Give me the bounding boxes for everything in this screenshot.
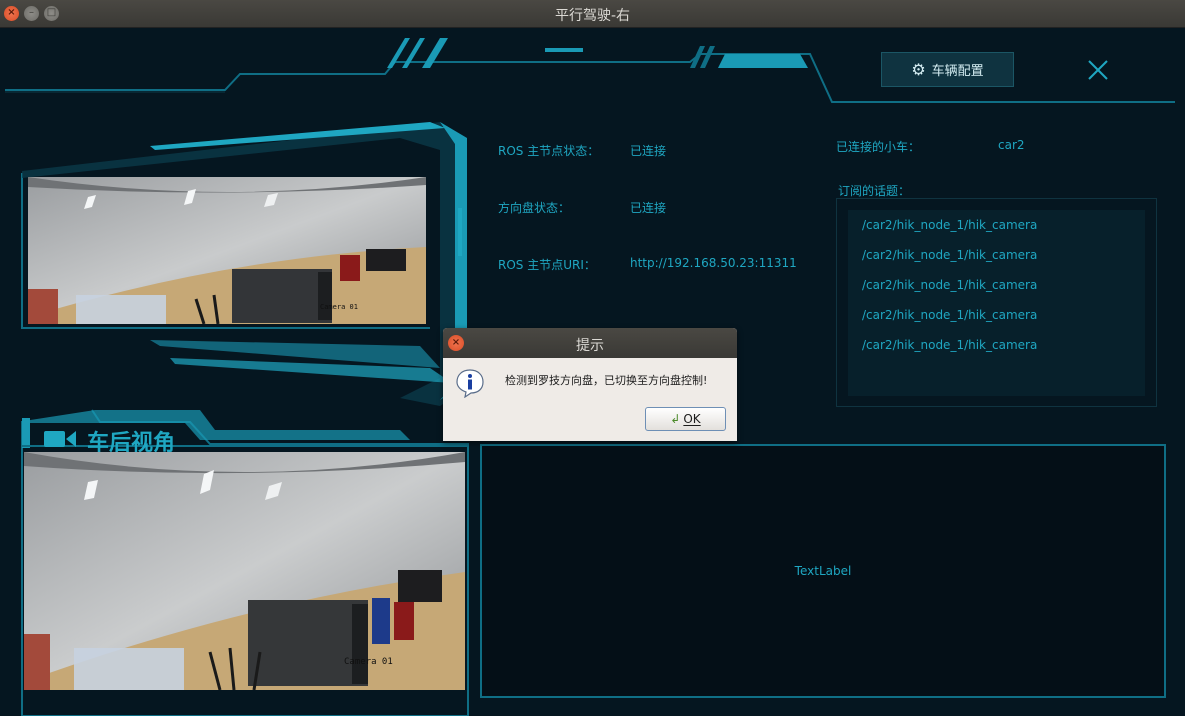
wheel-status-value: 已连接 (630, 201, 667, 215)
text-label: TextLabel (794, 564, 852, 578)
rear-camera-tag: Camera 01 (344, 657, 393, 667)
window-titlebar: × – □ 平行驾驶-右 (0, 0, 1185, 28)
rear-camera-view: Camera 01 (24, 452, 465, 690)
topics-panel: /car2/hik_node_1/hik_camera /car2/hik_no… (836, 198, 1157, 407)
video-camera-icon (44, 431, 76, 447)
ros-master-status-label: ROS 主节点状态： (498, 144, 600, 158)
list-item[interactable]: /car2/hik_node_1/hik_camera (862, 308, 1037, 322)
ros-master-uri-value: http://192.168.50.23:11311 (630, 256, 797, 270)
list-item[interactable]: /car2/hik_node_1/hik_camera (862, 218, 1037, 232)
text-label-panel: TextLabel (480, 444, 1166, 698)
ok-button[interactable]: ↲ OK (645, 407, 726, 431)
subscribed-topics-label: 订阅的话题： (838, 184, 911, 198)
info-icon (456, 369, 484, 398)
close-icon[interactable] (1086, 58, 1110, 82)
dialog-message: 检测到罗技方向盘，已切换至方向盘控制! (505, 374, 708, 387)
list-item[interactable]: /car2/hik_node_1/hik_camera (862, 338, 1037, 352)
ros-master-status-value: 已连接 (630, 144, 667, 158)
list-item[interactable]: /car2/hik_node_1/hik_camera (862, 248, 1037, 262)
list-item[interactable]: /car2/hik_node_1/hik_camera (862, 278, 1037, 292)
wheel-status-label: 方向盘状态： (498, 201, 571, 215)
connected-car-value: car2 (998, 138, 1025, 152)
gear-icon: ⚙ (911, 60, 926, 79)
topics-list[interactable]: /car2/hik_node_1/hik_camera /car2/hik_no… (848, 210, 1145, 396)
front-camera-view: Camera 01 (28, 177, 426, 324)
ros-master-uri-label: ROS 主节点URI： (498, 258, 596, 272)
vehicle-config-label: 车辆配置 (931, 64, 984, 79)
ok-label: OK (683, 412, 701, 426)
vehicle-config-button[interactable]: ⚙ 车辆配置 (881, 52, 1014, 87)
enter-arrow-icon: ↲ (670, 412, 681, 426)
front-camera-tag: Camera 01 (320, 303, 358, 311)
dialog-title: 提示 (576, 338, 604, 354)
main-panel: ⚙ 车辆配置 ROS 主节点状态： 已连接 方向盘状态： 已连接 ROS 主节点… (0, 28, 1185, 716)
notice-dialog: × 提示 检测到罗技方向盘，已切换至方向盘控制! ↲ OK (443, 328, 737, 441)
dialog-titlebar: × 提示 (443, 328, 737, 358)
window-title: 平行驾驶-右 (554, 8, 631, 24)
connected-car-label: 已连接的小车： (836, 140, 921, 154)
